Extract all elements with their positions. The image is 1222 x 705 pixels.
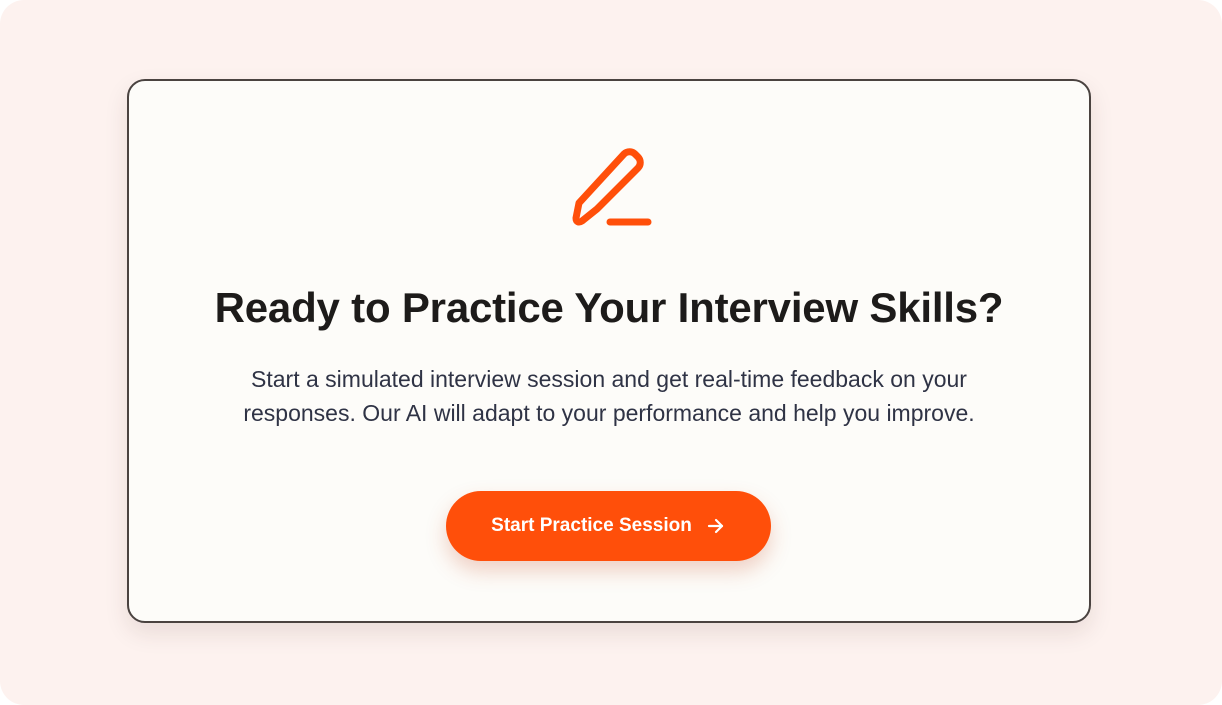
pencil-icon	[572, 148, 652, 226]
card-description: Start a simulated interview session and …	[243, 366, 975, 426]
arrow-right-icon	[707, 518, 723, 534]
page: Ready to Practice Your Interview Skills?…	[0, 0, 1222, 705]
start-practice-session-label: Start Practice Session	[491, 515, 692, 536]
start-practice-session-button[interactable]: Start Practice Session	[446, 491, 771, 561]
card-title: Ready to Practice Your Interview Skills?	[214, 284, 1004, 331]
